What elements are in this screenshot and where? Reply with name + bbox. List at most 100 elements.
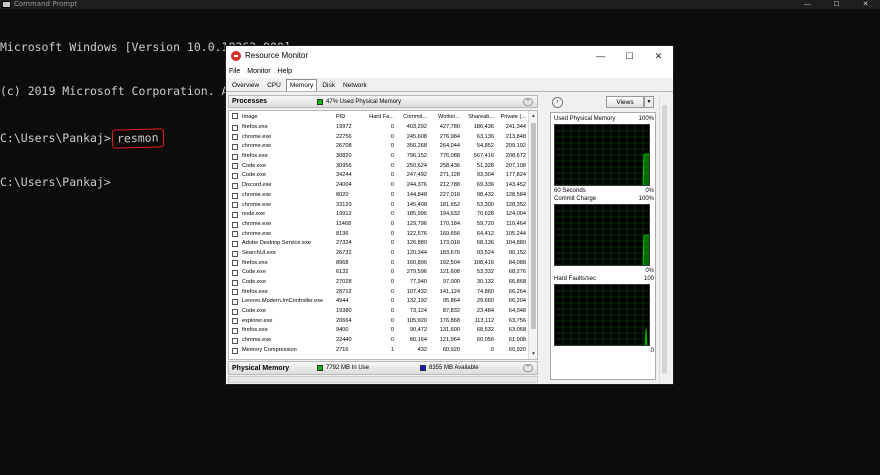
row-checkbox[interactable] <box>232 124 238 131</box>
row-checkbox[interactable] <box>232 337 238 344</box>
column-header-commit[interactable]: Commit... <box>395 111 427 123</box>
row-checkbox[interactable] <box>232 318 238 325</box>
close-icon[interactable]: ✕ <box>644 46 673 66</box>
table-row[interactable]: chrome.exe 33120 0 145,408 181,652 53,300 128,… <box>229 201 537 211</box>
tab-cpu[interactable]: CPU <box>264 80 284 91</box>
process-image: chrome.exe <box>242 220 272 227</box>
table-row[interactable]: Code.exe 6132 0 279,596 121,608 53,332 68,276 <box>229 268 537 278</box>
row-checkbox[interactable] <box>232 328 238 335</box>
menu-monitor[interactable]: Monitor <box>247 66 270 78</box>
table-row[interactable]: firefox.exe 8968 0 160,896 192,504 108,416 84,… <box>229 259 537 269</box>
column-header-private[interactable]: Private (... <box>496 111 527 123</box>
column-header-pid[interactable]: PID <box>336 111 364 123</box>
maximize-icon[interactable]: ☐ <box>822 0 851 9</box>
resource-monitor-window[interactable]: Resource Monitor — ☐ ✕ File Monitor Help… <box>225 45 674 385</box>
table-row[interactable]: firefox.exe 19972 0 403,292 427,780 186,436 24… <box>229 123 537 133</box>
table-row[interactable]: SearchUI.exe 26732 0 120,344 183,676 93,524 90… <box>229 249 537 259</box>
collapsed-section-strip <box>228 376 538 383</box>
tab-overview[interactable]: Overview <box>229 80 262 91</box>
process-commit: 90,472 <box>409 327 427 334</box>
row-checkbox[interactable] <box>232 270 238 276</box>
table-row[interactable]: Code.exe 34244 0 247,492 271,128 93,304 177,82… <box>229 171 537 181</box>
table-row[interactable]: firefox.exe 9400 0 90,472 131,600 68,532 63,06… <box>229 326 537 336</box>
process-table-scrollbar[interactable]: ▲ ▼ <box>528 111 537 359</box>
processes-section-header[interactable]: Processes 47% Used Physical Memory ⌃ <box>228 95 538 108</box>
table-row[interactable]: chrome.exe 11468 0 129,796 170,184 59,720 110,… <box>229 220 537 230</box>
table-row[interactable]: node.exe 19912 0 185,996 194,632 70,628 124,00… <box>229 210 537 220</box>
table-row[interactable]: explorer.exe 20664 0 105,920 176,868 113,112 6… <box>229 317 537 327</box>
process-hard-faults: 0 <box>390 240 394 247</box>
process-image: Code.exe <box>242 269 266 276</box>
table-row[interactable]: Code.exe 19380 0 73,124 87,832 23,484 64,348 <box>229 307 537 317</box>
scrollbar-thumb[interactable] <box>531 123 536 329</box>
process-private: 143,452 <box>505 182 526 189</box>
table-row[interactable]: Memory Compression 2716 1 432 60,920 0 60,920 <box>229 346 537 356</box>
column-header-hard-faults[interactable]: Hard Fa... <box>366 111 394 123</box>
row-checkbox[interactable] <box>232 250 238 257</box>
minimize-icon[interactable]: — <box>793 0 822 9</box>
table-row[interactable]: Discord.exe 24004 0 244,376 212,788 69,336 143… <box>229 181 537 191</box>
close-icon[interactable]: ✕ <box>851 0 880 9</box>
row-checkbox[interactable] <box>232 231 238 238</box>
table-row[interactable]: chrome.exe 26708 0 350,268 264,044 54,852 209,… <box>229 142 537 152</box>
process-image: firefox.exe <box>242 327 268 334</box>
row-checkbox[interactable] <box>232 289 238 296</box>
tab-disk[interactable]: Disk <box>319 80 338 91</box>
table-row[interactable]: firefox.exe 30820 0 796,152 776,088 567,416 20… <box>229 152 537 162</box>
row-checkbox[interactable] <box>232 260 238 267</box>
table-row[interactable]: Lenovo.Modern.ImController.exe 4944 0 132,1… <box>229 297 537 307</box>
row-checkbox[interactable] <box>232 182 238 189</box>
table-row[interactable]: chrome.exe 22756 0 245,608 276,984 63,136 213,… <box>229 133 537 143</box>
scroll-up-icon[interactable]: ▲ <box>530 113 537 119</box>
table-row[interactable]: Code.exe 30956 0 250,624 258,436 51,328 207,10… <box>229 162 537 172</box>
graph-min-label: 0 <box>650 348 654 354</box>
select-all-checkbox[interactable] <box>232 112 238 119</box>
row-checkbox[interactable] <box>232 240 238 247</box>
column-header-shareable[interactable]: Shareab... <box>462 111 494 123</box>
maximize-icon[interactable]: ☐ <box>615 46 644 66</box>
table-row[interactable]: chrome.exe 8020 0 144,848 227,016 98,432 128,5… <box>229 191 537 201</box>
collapse-processes-icon[interactable]: ⌃ <box>523 98 533 106</box>
row-checkbox[interactable] <box>232 279 238 286</box>
menu-help[interactable]: Help <box>278 66 292 78</box>
table-row[interactable]: Code.exe 27028 0 77,940 97,000 30,132 66,868 <box>229 278 537 288</box>
row-checkbox[interactable] <box>232 202 238 209</box>
table-row[interactable]: firefox.exe 28712 0 107,432 141,124 74,860 66,… <box>229 288 537 298</box>
scrollbar-thumb[interactable] <box>662 105 667 373</box>
row-checkbox[interactable] <box>232 299 238 306</box>
process-working-set: 276,984 <box>439 133 460 140</box>
row-checkbox[interactable] <box>232 308 238 315</box>
minimize-icon[interactable]: — <box>586 46 615 66</box>
process-commit: 245,608 <box>406 133 427 140</box>
table-row[interactable]: chrome.exe 22440 0 80,164 121,964 60,056 61,90… <box>229 336 537 346</box>
row-checkbox[interactable] <box>232 211 238 218</box>
row-checkbox[interactable] <box>232 347 238 354</box>
graph-commit-charge: Commit Charge 100% 0% <box>554 196 654 278</box>
menu-file[interactable]: File <box>229 66 240 78</box>
table-row[interactable]: chrome.exe 8136 0 122,576 169,656 64,412 105,2… <box>229 230 537 240</box>
row-checkbox[interactable] <box>232 221 238 228</box>
process-hard-faults: 0 <box>390 143 394 150</box>
column-header-image[interactable]: Image <box>242 111 334 123</box>
memory-left-pane: Processes 47% Used Physical Memory ⌃ Ima… <box>228 95 538 383</box>
collapse-physical-memory-icon[interactable]: ⌃ <box>523 364 533 372</box>
graph-pane-scrollbar[interactable] <box>659 95 668 383</box>
views-dropdown-icon[interactable]: ▼ <box>644 96 654 108</box>
row-checkbox[interactable] <box>232 144 238 151</box>
tab-memory[interactable]: Memory <box>285 79 318 91</box>
resmon-titlebar[interactable]: Resource Monitor — ☐ ✕ <box>226 46 673 66</box>
row-checkbox[interactable] <box>232 134 238 141</box>
collapse-pane-icon[interactable]: › <box>552 97 563 108</box>
tab-network[interactable]: Network <box>340 80 370 91</box>
row-checkbox[interactable] <box>232 173 238 180</box>
process-private: 208,672 <box>505 153 526 160</box>
table-row[interactable]: Adobe Desktop Service.exe 27324 0 126,880 17… <box>229 239 537 249</box>
row-checkbox[interactable] <box>232 192 238 199</box>
row-checkbox[interactable] <box>232 153 238 160</box>
scroll-down-icon[interactable]: ▼ <box>530 351 537 357</box>
physical-memory-section-header[interactable]: Physical Memory 7792 MB In Use 8355 MB A… <box>228 361 538 375</box>
process-commit: 80,164 <box>409 337 427 344</box>
column-header-working-set[interactable]: Workin... <box>429 111 460 123</box>
row-checkbox[interactable] <box>232 163 238 170</box>
views-button[interactable]: Views <box>606 96 644 108</box>
